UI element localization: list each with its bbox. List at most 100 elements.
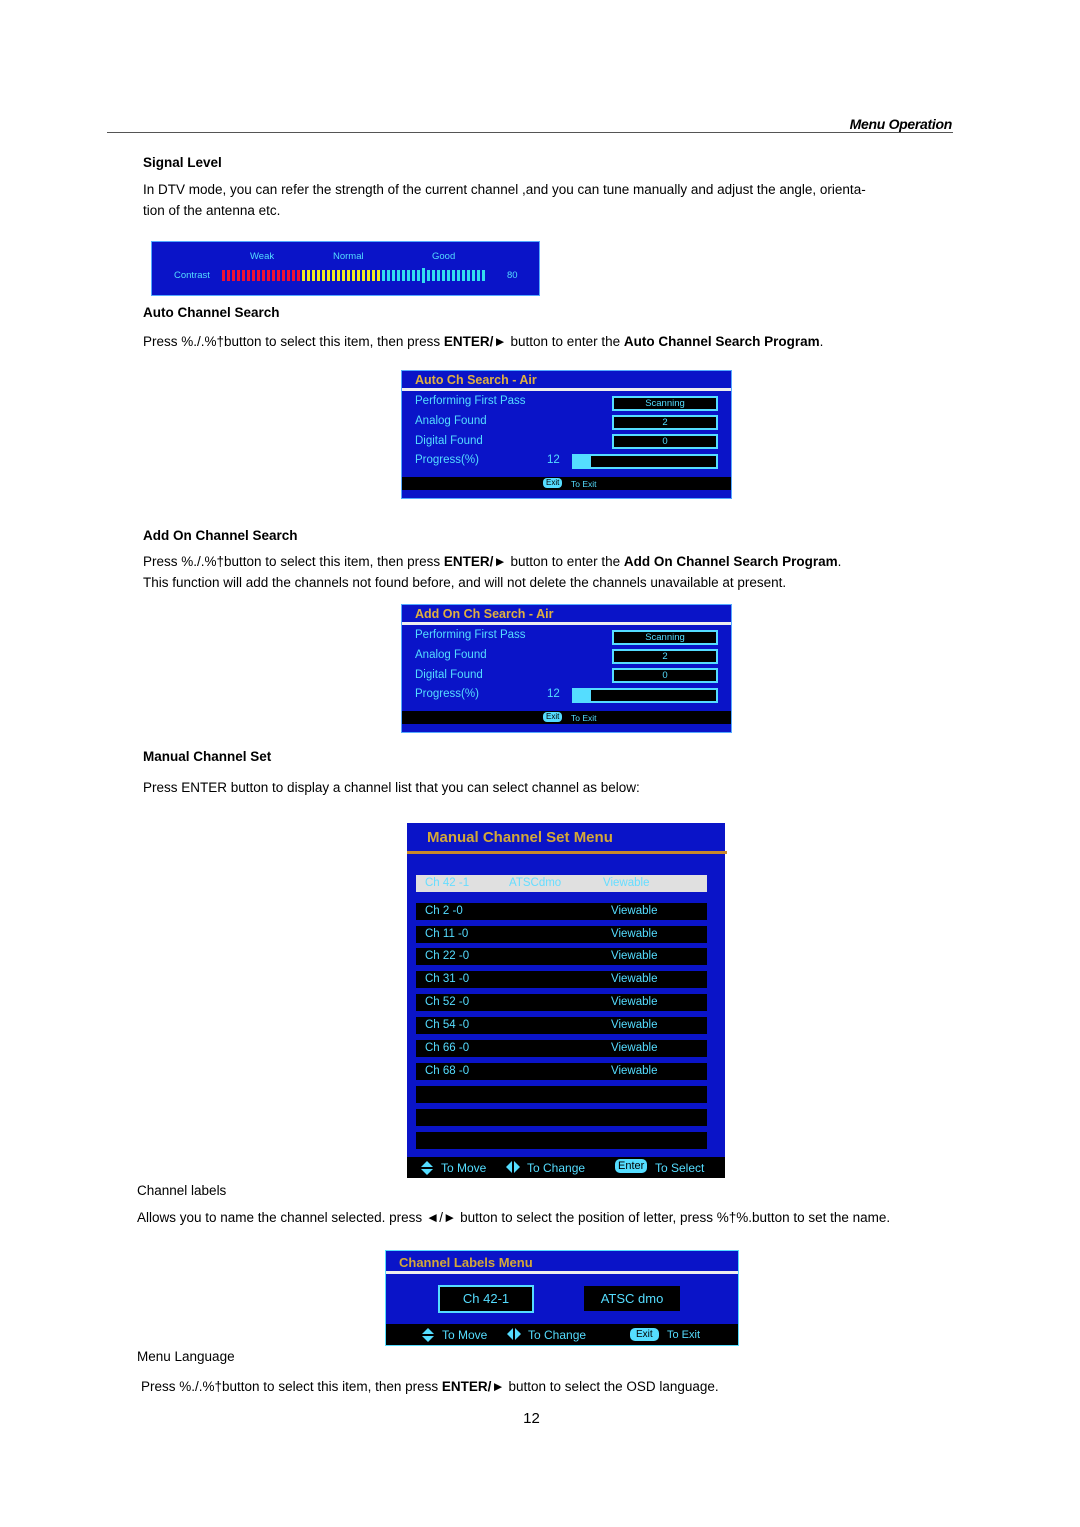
- signal-bar-segment: [362, 270, 365, 281]
- signal-bar-segment: [272, 270, 275, 281]
- signal-strength-meter: [222, 268, 485, 283]
- exit-key[interactable]: Exit: [543, 478, 563, 488]
- enter-key[interactable]: Enter: [615, 1159, 648, 1173]
- page-number: 12: [523, 1410, 540, 1427]
- auto-channel-search-body: Press %./.%†button to select this item, …: [143, 331, 823, 352]
- channel-row[interactable]: Ch 54 -0 Viewable: [416, 1017, 707, 1034]
- manual-channel-set-heading: Manual Channel Set: [143, 749, 272, 764]
- channel-row[interactable]: [416, 1132, 707, 1149]
- osd-title: Add On Ch Search - Air: [415, 607, 554, 621]
- header-rule: [107, 132, 953, 133]
- up-down-arrow-icon: [422, 1328, 434, 1342]
- channel-number: Ch 31 -0: [425, 973, 470, 985]
- signal-bar-segment: [432, 270, 435, 281]
- signal-bar-segment: [457, 270, 460, 281]
- pass-label: Performing First Pass: [415, 395, 526, 407]
- signal-bar-segment: [342, 270, 345, 281]
- channel-name-field[interactable]: ATSC dmo: [584, 1286, 680, 1311]
- signal-bar-segment: [222, 270, 225, 281]
- enter-key-text: ENTER/►: [443, 554, 507, 569]
- change-hint: To Change: [527, 1161, 586, 1175]
- progress-label: Progress(%): [415, 688, 479, 700]
- channel-number: Ch 2 -0: [425, 905, 463, 917]
- signal-bar-segment: [367, 270, 370, 281]
- add-on-channel-search-heading: Add On Channel Search: [143, 528, 298, 543]
- program-name: Add On Channel Search Program: [623, 554, 838, 569]
- channel-status: Viewable: [611, 1065, 658, 1077]
- channel-row[interactable]: Ch 11 -0 Viewable: [416, 926, 707, 943]
- body-text: Press %./.%†button to select this item, …: [143, 334, 444, 349]
- signal-value: 80: [507, 270, 518, 281]
- channel-row[interactable]: Ch 68 -0 Viewable: [416, 1063, 707, 1080]
- progress-value: 12: [547, 454, 560, 466]
- channel-status: Viewable: [611, 928, 658, 940]
- signal-bar-segment: [267, 270, 270, 281]
- channel-labels-body: Allows you to name the channel selected.…: [137, 1210, 891, 1225]
- signal-bar-segment: [377, 270, 380, 281]
- channel-row[interactable]: Ch 52 -0 Viewable: [416, 994, 707, 1011]
- body-text: .: [819, 334, 824, 349]
- channel-status: Viewable: [611, 950, 658, 962]
- body-text: button to enter the: [506, 334, 624, 349]
- progress-value: 12: [547, 688, 560, 700]
- progress-bar: [572, 454, 718, 469]
- channel-number: Ch 11 -0: [425, 928, 469, 940]
- signal-bar-segment: [447, 270, 450, 281]
- osd-title-bar: Auto Ch Search - Air: [402, 371, 731, 388]
- selected-channel-row[interactable]: Ch 42 -1 ATSCdmo Viewable: [416, 875, 707, 892]
- channel-status: Viewable: [611, 973, 658, 985]
- osd-title-bar: Add On Ch Search - Air: [402, 605, 731, 622]
- channel-row[interactable]: Ch 31 -0 Viewable: [416, 971, 707, 988]
- analog-found-label: Analog Found: [415, 415, 487, 427]
- channel-row[interactable]: [416, 1109, 707, 1126]
- move-hint: To Move: [441, 1161, 487, 1175]
- signal-bar-segment: [312, 270, 315, 281]
- signal-bar-segment: [417, 270, 420, 281]
- channel-name: ATSCdmo: [509, 877, 562, 889]
- program-name: Auto Channel Search Program: [623, 334, 820, 349]
- signal-bar-segment: [307, 270, 310, 281]
- signal-level-heading: Signal Level: [143, 155, 222, 170]
- signal-bar-segment: [292, 270, 295, 281]
- add-on-channel-search-body-line2: This function will add the channels not …: [143, 575, 787, 590]
- change-hint: To Change: [528, 1328, 587, 1342]
- body-text: .: [837, 554, 842, 569]
- signal-level-body-line1: In DTV mode, you can refer the strength …: [143, 182, 866, 197]
- signal-bar-segment: [437, 270, 440, 281]
- channel-number: Ch 52 -0: [425, 996, 470, 1008]
- channel-number: Ch 22 -0: [425, 950, 470, 962]
- progress-fill: [574, 456, 592, 467]
- digital-found-label: Digital Found: [415, 669, 483, 681]
- signal-level-body-line2: tion of the antenna etc.: [143, 203, 281, 218]
- left-right-arrow-icon: [506, 1161, 520, 1173]
- osd-separator: [402, 622, 731, 625]
- channel-number: Ch 68 -0: [425, 1065, 470, 1077]
- signal-bar-segment: [262, 270, 265, 281]
- channel-row[interactable]: Ch 2 -0 Viewable: [416, 903, 707, 920]
- channel-row[interactable]: Ch 66 -0 Viewable: [416, 1040, 707, 1057]
- exit-key[interactable]: Exit: [543, 712, 563, 722]
- signal-bar-segment: [277, 270, 280, 281]
- pass-status: Scanning: [612, 396, 718, 411]
- exit-key[interactable]: Exit: [630, 1328, 659, 1341]
- channel-row[interactable]: Ch 22 -0 Viewable: [416, 948, 707, 965]
- osd-footer: To Move To Change Enter To Select: [407, 1157, 725, 1178]
- channel-labels-heading: Channel labels: [137, 1183, 227, 1198]
- channel-number: Ch 42 -1: [425, 877, 470, 889]
- signal-bar-segment: [387, 270, 390, 281]
- signal-bar-segment: [302, 270, 305, 281]
- signal-bar-segment: [472, 270, 475, 281]
- channel-row[interactable]: [416, 1086, 707, 1103]
- enter-key-text: ENTER/►: [443, 334, 507, 349]
- manual-channel-set-body: Press ENTER button to display a channel …: [143, 780, 640, 795]
- signal-bar-segment: [442, 270, 445, 281]
- add-on-search-osd: Add On Ch Search - Air Performing First …: [401, 604, 732, 733]
- exit-hint: To Exit: [571, 713, 597, 723]
- signal-bar-segment: [397, 270, 400, 281]
- signal-bar-segment: [462, 270, 465, 281]
- signal-level-osd: Weak Normal Good Contrast 80: [151, 241, 540, 296]
- channel-number-field[interactable]: Ch 42-1: [438, 1285, 534, 1313]
- signal-bar-segment: [322, 270, 325, 281]
- signal-bar-segment: [297, 270, 300, 281]
- channel-status: Viewable: [611, 905, 658, 917]
